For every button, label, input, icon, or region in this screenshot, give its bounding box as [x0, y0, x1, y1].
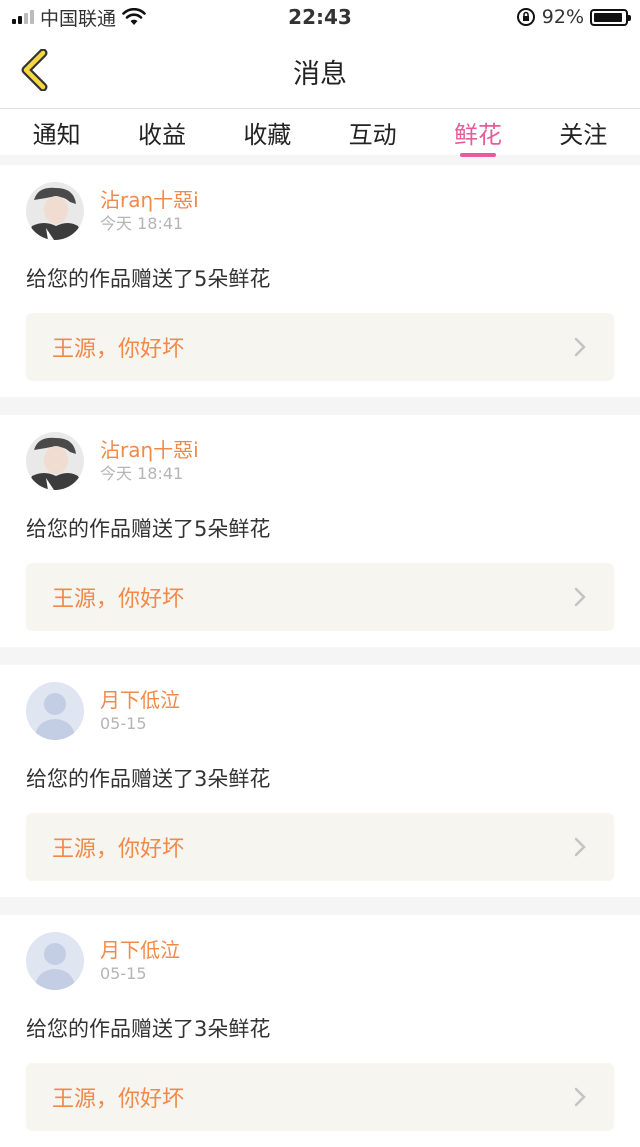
work-link[interactable]: 王源，你好坏: [26, 813, 614, 881]
tab-notices[interactable]: 通知: [33, 109, 81, 155]
message-text: 给您的作品赠送了5朵鲜花: [26, 267, 271, 291]
timestamp: 05-15: [100, 964, 147, 983]
notification-card: 月下低泣 05-15 给您的作品赠送了3朵鲜花 王源，你好坏: [0, 915, 640, 1147]
tab-follows[interactable]: 关注: [559, 109, 607, 155]
message-text: 给您的作品赠送了5朵鲜花: [26, 517, 271, 541]
avatar[interactable]: [26, 682, 84, 740]
username[interactable]: 沾rаη十惡i: [100, 437, 199, 463]
notification-card: 月下低泣 05-15 给您的作品赠送了3朵鲜花 王源，你好坏: [0, 665, 640, 897]
signal-icon: [12, 10, 34, 24]
tab-earnings[interactable]: 收益: [138, 109, 186, 155]
timestamp: 今天 18:41: [100, 214, 184, 233]
work-link[interactable]: 王源，你好坏: [26, 313, 614, 381]
tab-favorites[interactable]: 收藏: [243, 109, 291, 155]
tab-flowers[interactable]: 鲜花: [454, 109, 502, 157]
chevron-left-icon: [21, 49, 48, 91]
timestamp: 05-15: [100, 714, 147, 733]
wifi-icon: [122, 8, 146, 25]
chevron-right-icon: [574, 837, 586, 857]
default-avatar-icon: [26, 682, 84, 740]
chevron-right-icon: [574, 1087, 586, 1107]
username[interactable]: 沾rаη十惡i: [100, 187, 199, 213]
user-photo-icon: [26, 182, 84, 240]
tab-bar: 通知 收益 收藏 互动 鲜花 关注: [0, 109, 640, 157]
status-left: 中国联通: [12, 4, 146, 31]
carrier-name: 中国联通: [40, 7, 117, 30]
avatar[interactable]: [26, 182, 84, 240]
notification-card: 沾rаη十惡i 今天 18:41 给您的作品赠送了5朵鲜花 王源，你好坏: [0, 415, 640, 647]
work-title: 王源，你好坏: [52, 837, 185, 862]
work-title: 王源，你好坏: [52, 587, 185, 612]
timestamp: 今天 18:41: [100, 464, 184, 483]
message-text: 给您的作品赠送了3朵鲜花: [26, 1017, 271, 1041]
user-photo-icon: [26, 432, 84, 490]
page-title: 消息: [293, 58, 347, 90]
avatar[interactable]: [26, 932, 84, 990]
status-right: 92%: [516, 6, 631, 28]
work-title: 王源，你好坏: [52, 1087, 185, 1112]
tab-interactions[interactable]: 互动: [349, 109, 397, 155]
notification-card: 沾rаη十惡i 今天 18:41 给您的作品赠送了5朵鲜花 王源，你好坏: [0, 165, 640, 397]
avatar[interactable]: [26, 432, 84, 490]
work-title: 王源，你好坏: [52, 337, 185, 362]
default-avatar-icon: [26, 932, 84, 990]
username[interactable]: 月下低泣: [100, 937, 180, 963]
orientation-lock-icon: [516, 8, 535, 26]
battery-icon: [590, 8, 631, 26]
battery-percent: 92%: [541, 6, 584, 28]
message-text: 给您的作品赠送了3朵鲜花: [26, 767, 271, 791]
back-button[interactable]: [14, 49, 54, 91]
work-link[interactable]: 王源，你好坏: [26, 563, 614, 631]
work-link[interactable]: 王源，你好坏: [26, 1063, 614, 1131]
notification-list: 沾rаη十惡i 今天 18:41 给您的作品赠送了5朵鲜花 王源，你好坏 沾rа…: [0, 165, 640, 1147]
chevron-right-icon: [574, 587, 586, 607]
chevron-right-icon: [574, 337, 586, 357]
nav-bar: 消息: [0, 34, 640, 109]
status-bar: 中国联通 22:43 92%: [0, 0, 640, 34]
username[interactable]: 月下低泣: [100, 687, 180, 713]
